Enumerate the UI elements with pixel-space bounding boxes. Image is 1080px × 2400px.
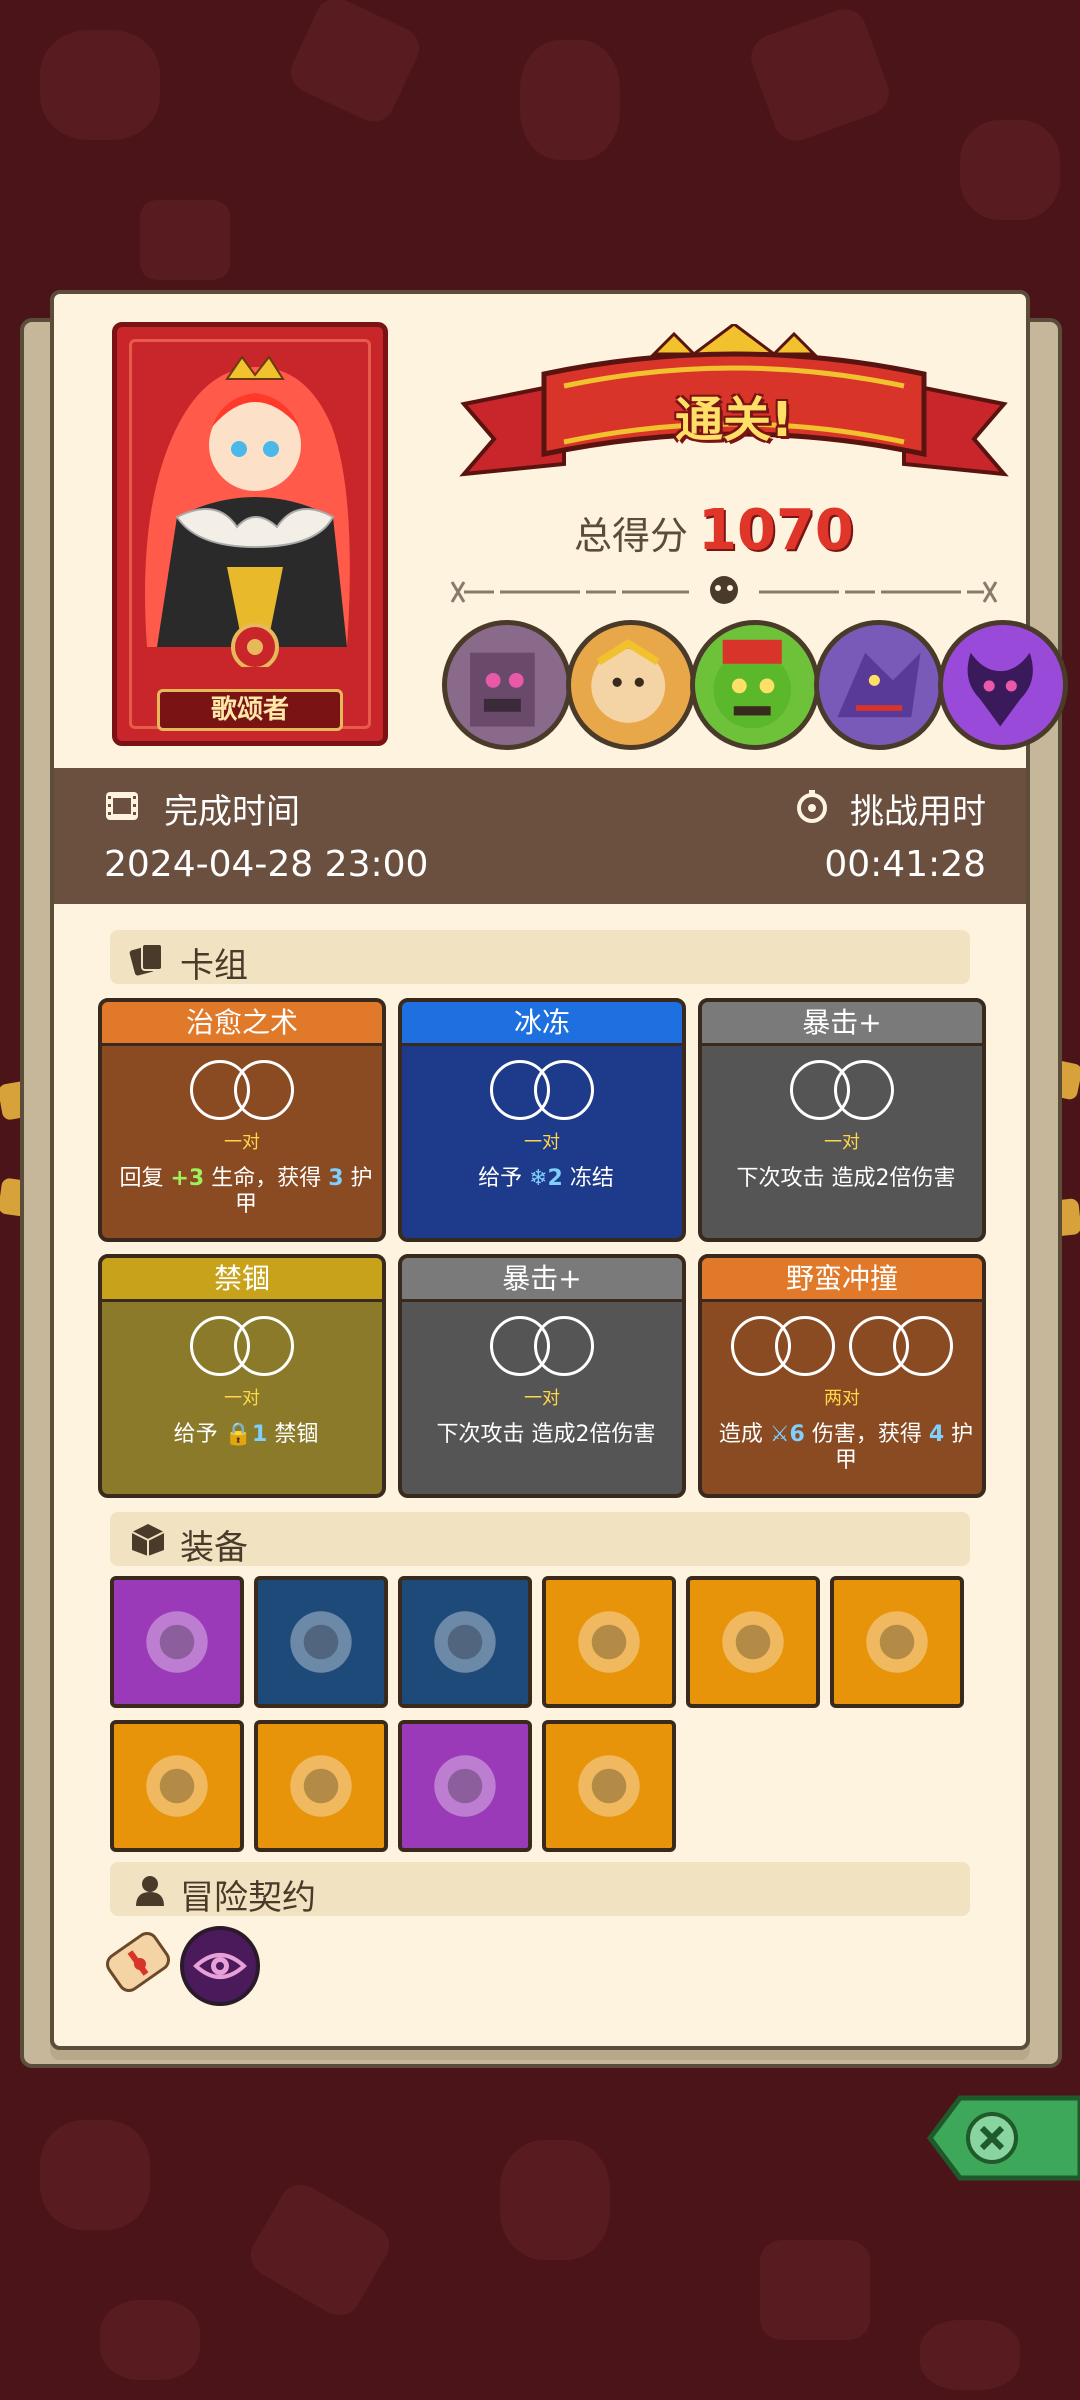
deck-header: 卡组 [110,930,970,986]
score-row: 总得分 1070 [574,498,854,568]
result-panel: 歌颂者 通关! 总得分 1070 完成时间 2024-04-28 23:00 挑… [50,290,1068,2050]
equipment-header: 装备 [110,1512,970,1568]
card-count: 一对 [824,1132,860,1153]
stone-golem-boss-icon[interactable] [442,620,572,750]
card-count: 一对 [524,1388,560,1409]
golden-crown-icon[interactable] [110,1720,244,1852]
score-value: 1070 [698,498,854,563]
crystal-shield-icon[interactable] [254,1720,388,1852]
hero-name: 歌颂者 [157,689,343,731]
card-pair-rings [102,1316,382,1380]
card-pair-rings [102,1060,382,1124]
stopwatch-icon [797,790,827,823]
victory-title: 通关! [675,392,793,448]
purple-armor-icon[interactable] [110,1576,244,1708]
card-count: 一对 [224,1388,260,1409]
coin-pouch-icon[interactable] [542,1720,676,1852]
card-description: 回复 +3 生命，获得 3 护甲 [119,1166,373,1217]
lion-belt-icon[interactable] [542,1576,676,1708]
box-icon [131,1524,165,1556]
finish-time-value: 2024-04-28 23:00 [104,844,429,885]
deck-card[interactable]: 暴击+ 一对下次攻击 造成2倍伤害 [698,998,986,1242]
dark-ring-icon[interactable] [686,1576,820,1708]
film-icon [106,792,138,820]
scroll-icon[interactable] [100,1922,176,2006]
deck-card[interactable]: 野蛮冲撞两对造成 ⚔6 伤害，获得 4 护甲 [698,1254,986,1498]
hero-portrait-icon [145,355,350,667]
duration-value: 00:41:28 [824,844,986,885]
card-name: 冰冻 [402,1002,682,1046]
deck-card[interactable]: 冰冻一对给予 ❄2 冻结 [398,998,686,1242]
purple-dragon-boss-icon[interactable] [814,620,944,750]
deck-card[interactable]: 治愈之术一对回复 +3 生命，获得 3 护甲 [98,998,386,1242]
card-description: 下次攻击 造成2倍伤害 [736,1166,956,1191]
close-button[interactable] [910,2090,1080,2186]
info-bar: 完成时间 2024-04-28 23:00 挑战用时 00:41:28 [54,768,1026,904]
card-count: 两对 [824,1388,860,1409]
card-pair-rings [702,1316,982,1380]
card-description: 给予 ❄2 冻结 [478,1166,614,1191]
card-name: 暴击+ [402,1258,682,1302]
adventurer-icon [136,1876,164,1906]
duration-label: 挑战用时 [850,792,986,832]
card-name: 暴击+ [702,1002,982,1046]
card-description: 造成 ⚔6 伤害，获得 4 护甲 [718,1422,974,1473]
card-pair-rings [702,1060,982,1124]
card-pair-rings [402,1060,682,1124]
card-pair-rings [402,1316,682,1380]
card-name: 禁锢 [102,1258,382,1302]
card-description: 给予 🔒1 禁锢 [173,1422,319,1447]
equipment-title: 装备 [180,1528,248,1568]
shadow-demon-boss-icon[interactable] [938,620,1068,750]
deck-title: 卡组 [180,946,248,986]
green-demon-boss-icon[interactable] [690,620,820,750]
contract-header: 冒险契约 [110,1862,970,1918]
card-name: 野蛮冲撞 [702,1258,982,1302]
boss-list [442,620,1068,750]
score-label: 总得分 [574,514,689,558]
finish-time-label: 完成时间 [164,792,300,832]
card-count: 一对 [224,1132,260,1153]
contract-title: 冒险契约 [180,1878,316,1918]
card-name: 治愈之术 [102,1002,382,1046]
dark-potion-icon[interactable] [398,1720,532,1852]
boss-divider [450,576,998,604]
cards-icon [129,943,163,976]
hero-card[interactable]: 歌颂者 [112,322,388,746]
totem-mask-icon[interactable] [254,1576,388,1708]
card-count: 一对 [524,1132,560,1153]
eye-rune-icon[interactable] [178,1924,262,2008]
orange-sweater-icon[interactable] [830,1576,964,1708]
monkey-king-boss-icon[interactable] [566,620,696,750]
deck-card[interactable]: 禁锢一对给予 🔒1 禁锢 [98,1254,386,1498]
deck-card[interactable]: 暴击+ 一对下次攻击 造成2倍伤害 [398,1254,686,1498]
golden-helmet-icon[interactable] [398,1576,532,1708]
card-description: 下次攻击 造成2倍伤害 [436,1422,656,1447]
